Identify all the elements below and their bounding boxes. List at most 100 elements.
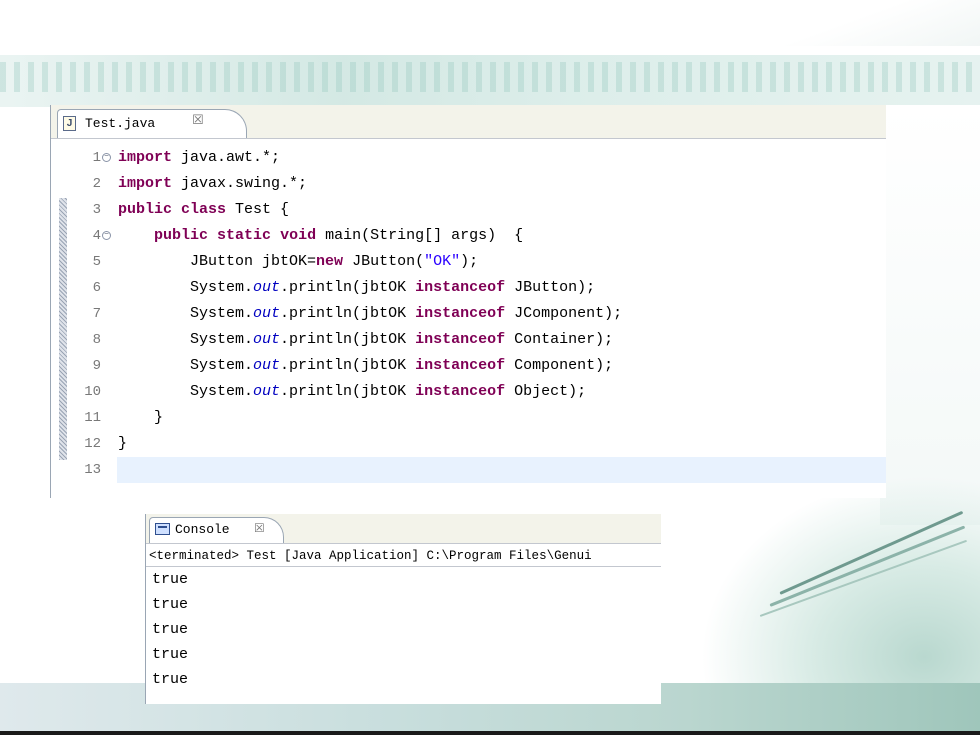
code-line[interactable]: 2 import javax.swing.*; [51, 171, 886, 197]
editor-tab-label: Test.java [85, 116, 156, 131]
editor-tab-test-java[interactable]: J Test.java ☒ [57, 109, 247, 138]
code-line[interactable]: 5 JButton jbtOK=new JButton("OK"); [51, 249, 886, 275]
field-token: out [253, 331, 281, 348]
string-token: "OK" [424, 253, 461, 270]
editor-tab-bar: J Test.java ☒ [51, 105, 886, 139]
code-token: } [118, 409, 164, 426]
code-text: JButton jbtOK=new JButton("OK"); [118, 249, 478, 275]
code-line[interactable]: 9 System.out.println(jbtOK instanceof Co… [51, 353, 886, 379]
code-text: public class Test { [118, 197, 289, 223]
line-number: 8 [92, 332, 101, 348]
code-text: import javax.swing.*; [118, 171, 307, 197]
code-token: java.awt.*; [172, 149, 281, 166]
code-token: System. [118, 331, 254, 348]
code-line[interactable]: 10 System.out.println(jbtOK instanceof O… [51, 379, 886, 405]
code-token: .println(jbtOK [280, 305, 416, 322]
code-text: System.out.println(jbtOK instanceof Comp… [118, 353, 613, 379]
code-line[interactable]: 7 System.out.println(jbtOK instanceof JC… [51, 301, 886, 327]
code-token: System. [118, 383, 254, 400]
close-icon[interactable]: ☒ [254, 521, 268, 535]
keyword-token: instanceof [415, 331, 506, 348]
console-output-line: true [152, 671, 189, 688]
code-text: } [118, 431, 127, 457]
code-token: } [118, 435, 128, 452]
code-text: System.out.println(jbtOK instanceof JBut… [118, 275, 595, 301]
code-token: Test { [226, 201, 290, 218]
java-editor: J Test.java ☒ 1− import java.awt.*; 2 impor… [50, 105, 886, 498]
code-token: .println(jbtOK [280, 357, 416, 374]
code-token: .println(jbtOK [280, 383, 416, 400]
code-text: System.out.println(jbtOK instanceof Cont… [118, 327, 613, 353]
code-token: System. [118, 305, 254, 322]
code-token: JComponent); [505, 305, 623, 322]
line-number: 11 [84, 410, 101, 426]
line-number: 3 [92, 202, 101, 218]
code-line[interactable]: 8 System.out.println(jbtOK instanceof Co… [51, 327, 886, 353]
field-token: out [253, 279, 281, 296]
code-token: Component); [505, 357, 614, 374]
fold-collapse-icon[interactable]: − [102, 153, 111, 162]
code-token: JButton( [343, 253, 425, 270]
java-file-icon: J [63, 116, 76, 131]
keyword-token: public [154, 227, 209, 244]
code-token: System. [118, 279, 254, 296]
code-text: System.out.println(jbtOK instanceof JCom… [118, 301, 622, 327]
code-text: } [118, 405, 163, 431]
code-line[interactable]: 1− import java.awt.*; [51, 145, 886, 171]
code-line[interactable]: 12} [51, 431, 886, 457]
line-number: 2 [92, 176, 101, 192]
code-line[interactable]: 11 } [51, 405, 886, 431]
keyword-token: import [118, 149, 173, 166]
console-output-line: true [152, 571, 189, 588]
code-line[interactable]: 13 [51, 457, 886, 483]
line-number: 7 [92, 306, 101, 322]
code-line[interactable]: 6 System.out.println(jbtOK instanceof JB… [51, 275, 886, 301]
keyword-token: instanceof [415, 279, 506, 296]
line-number: 6 [92, 280, 101, 296]
field-token: out [253, 357, 281, 374]
field-token: out [253, 383, 281, 400]
line-number: 5 [92, 254, 101, 270]
line-number: 13 [84, 462, 101, 478]
code-token: javax.swing.*; [172, 175, 308, 192]
console-view: Console ☒ <terminated> Test [Java Applic… [145, 514, 661, 704]
code-token: .println(jbtOK [280, 331, 416, 348]
keyword-token: new [316, 253, 344, 270]
code-token: System. [118, 357, 254, 374]
console-output-line: true [152, 646, 189, 663]
keyword-token: void [280, 227, 317, 244]
fold-collapse-icon[interactable]: − [102, 231, 111, 240]
keyword-token: public [118, 201, 173, 218]
slide-header-pattern [0, 62, 980, 92]
keyword-token: import [118, 175, 173, 192]
keyword-token: static [217, 227, 272, 244]
console-tab-bar: Console ☒ [146, 514, 661, 544]
console-icon [155, 523, 170, 535]
code-area[interactable]: 1− import java.awt.*; 2 import javax.swing.… [51, 145, 886, 498]
console-tab-label: Console [175, 522, 230, 537]
code-token: main(String[] args) { [316, 227, 524, 244]
console-status-line: <terminated> Test [Java Application] C:\… [146, 545, 661, 567]
code-text: public static void main(String[] args) { [118, 223, 523, 249]
code-text: System.out.println(jbtOK instanceof Obje… [118, 379, 586, 405]
line-number: 1 [92, 150, 101, 166]
code-token: JButton jbtOK= [118, 253, 317, 270]
code-line[interactable]: 3 public class Test { [51, 197, 886, 223]
console-output-line: true [152, 596, 189, 613]
line-number: 10 [84, 384, 101, 400]
code-line[interactable]: 4− public static void main(String[] args… [51, 223, 886, 249]
line-number: 12 [84, 436, 101, 452]
keyword-token: class [181, 201, 227, 218]
field-token: out [253, 305, 281, 322]
code-text: import java.awt.*; [118, 145, 280, 171]
slide-corner-decoration [660, 0, 980, 46]
close-icon[interactable]: ☒ [192, 114, 206, 128]
console-tab[interactable]: Console ☒ [149, 517, 284, 543]
line-number: 9 [92, 358, 101, 374]
keyword-token: instanceof [415, 383, 506, 400]
keyword-token: instanceof [415, 305, 506, 322]
code-token: ); [460, 253, 479, 270]
